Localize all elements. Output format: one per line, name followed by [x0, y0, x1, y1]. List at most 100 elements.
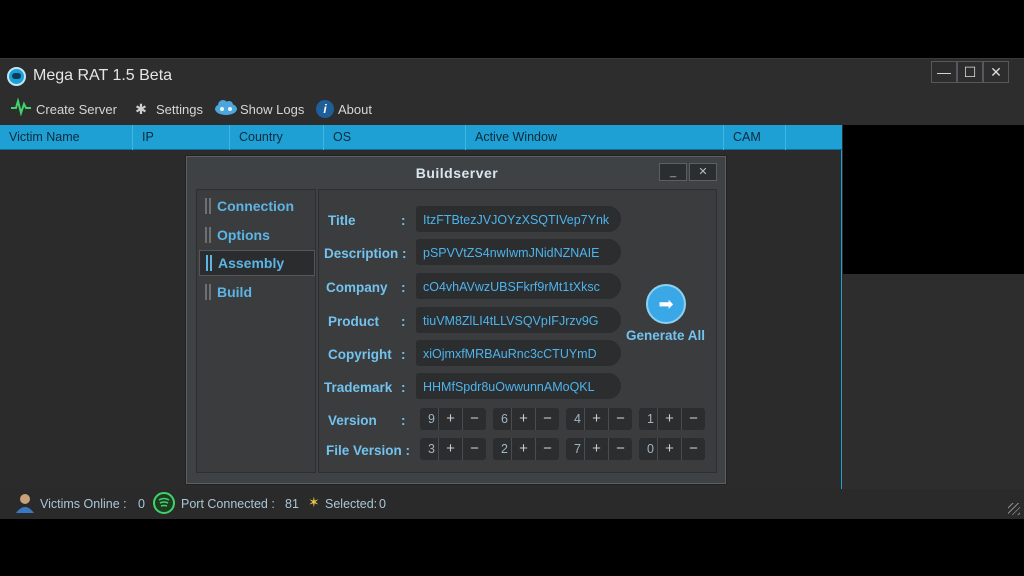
- file-version-major-stepper[interactable]: 3 + −: [420, 438, 486, 460]
- file-version-build-stepper[interactable]: 7 + −: [566, 438, 632, 460]
- minus-icon[interactable]: −: [535, 408, 559, 430]
- company-label: Company: [326, 280, 388, 295]
- victims-grid-header: Victim Name IP Country OS Active Window …: [0, 125, 842, 150]
- dialog-minimize-button[interactable]: _: [659, 163, 687, 181]
- dialog-nav: Connection Options Assembly Build: [196, 189, 316, 473]
- minimize-button[interactable]: —: [931, 61, 957, 83]
- victims-online-value: 0: [138, 497, 145, 511]
- copyright-label: Copyright: [328, 347, 392, 362]
- plus-icon[interactable]: +: [438, 408, 462, 430]
- minus-icon[interactable]: −: [681, 408, 705, 430]
- description-label: Description :: [324, 246, 407, 261]
- column-ip[interactable]: IP: [133, 125, 230, 150]
- create-server-label: Create Server: [36, 101, 117, 117]
- toolbar: Create Server ✱ Settings Show Logs i Abo…: [0, 95, 600, 123]
- nav-marker-icon: [205, 227, 211, 243]
- file-version-minor-stepper[interactable]: 2 + −: [493, 438, 559, 460]
- title-label: Title: [328, 213, 356, 228]
- file-version-revision-stepper[interactable]: 0 + −: [639, 438, 705, 460]
- copyright-field[interactable]: xiOjmxfMRBAuRnc3cCTUYmD: [416, 340, 621, 366]
- product-field[interactable]: tiuVM8ZlLI4tLLVSQVpIFJrzv9G: [416, 307, 621, 333]
- version-major-value: 9: [428, 412, 435, 426]
- title-field[interactable]: ItzFTBtezJVJOYzXSQTIVep7Ynk: [416, 206, 621, 232]
- title-bar: Mega RAT 1.5 Beta — ☐ ✕: [0, 59, 1024, 93]
- version-revision-value: 1: [647, 412, 654, 426]
- dialog-title: Buildserver: [415, 165, 499, 181]
- generate-all-button[interactable]: ➡: [646, 284, 686, 324]
- column-country[interactable]: Country: [230, 125, 324, 150]
- minus-icon[interactable]: −: [608, 438, 632, 460]
- nav-connection-label: Connection: [217, 198, 294, 214]
- pulse-icon: [10, 97, 32, 120]
- about-button[interactable]: i About: [316, 97, 372, 121]
- file-version-label: File Version :: [326, 443, 411, 458]
- version-revision-stepper[interactable]: 1 + −: [639, 408, 705, 430]
- plus-icon[interactable]: +: [511, 408, 535, 430]
- gear-icon: ✱: [135, 101, 147, 117]
- column-os[interactable]: OS: [324, 125, 466, 150]
- minus-icon[interactable]: −: [535, 438, 559, 460]
- port-icon: [153, 492, 175, 514]
- dialog-close-button[interactable]: ✕: [689, 163, 717, 181]
- version-minor-stepper[interactable]: 6 + −: [493, 408, 559, 430]
- version-colon: :: [401, 413, 406, 428]
- trademark-label: Trademark: [324, 380, 393, 395]
- generate-all-label: Generate All: [626, 328, 706, 343]
- minus-icon[interactable]: −: [462, 408, 486, 430]
- product-label: Product: [328, 314, 380, 329]
- minus-icon[interactable]: −: [608, 408, 632, 430]
- product-colon: :: [401, 314, 406, 329]
- copyright-colon: :: [401, 347, 406, 362]
- app-logo-icon: [7, 67, 26, 86]
- create-server-button[interactable]: Create Server: [10, 97, 117, 121]
- show-logs-button[interactable]: Show Logs: [214, 97, 304, 121]
- user-icon: [14, 492, 36, 514]
- selected-value: 0: [379, 497, 386, 511]
- cloud-icon: [214, 98, 237, 120]
- minus-icon[interactable]: −: [462, 438, 486, 460]
- file-version-major-value: 3: [428, 442, 435, 456]
- company-colon: :: [401, 280, 406, 295]
- port-connected-label: Port Connected :: [181, 497, 275, 511]
- nav-options[interactable]: Options: [199, 222, 315, 248]
- column-victim-name[interactable]: Victim Name: [0, 125, 133, 150]
- description-field[interactable]: pSPVVtZS4nwIwmJNidNZNAIE: [416, 239, 621, 265]
- nav-connection[interactable]: Connection: [199, 193, 315, 219]
- resize-grip[interactable]: [1008, 503, 1020, 515]
- info-icon: i: [316, 100, 334, 118]
- victims-online-label: Victims Online :: [40, 497, 127, 511]
- nav-assembly-label: Assembly: [218, 255, 285, 271]
- plus-icon[interactable]: +: [438, 438, 462, 460]
- show-logs-label: Show Logs: [240, 101, 305, 117]
- nav-marker-icon: [205, 198, 211, 214]
- nav-build[interactable]: Build: [199, 279, 315, 305]
- settings-label: Settings: [156, 101, 203, 117]
- status-bar: Victims Online : 0 Port Connected : 81 ✶…: [0, 489, 1024, 519]
- column-cam[interactable]: CAM: [724, 125, 786, 150]
- settings-button[interactable]: ✱ Settings: [130, 97, 203, 121]
- buildserver-dialog: Buildserver _ ✕ Connection Options Assem…: [186, 156, 726, 484]
- close-button[interactable]: ✕: [983, 61, 1009, 83]
- version-minor-value: 6: [501, 412, 508, 426]
- wand-icon: ✶: [308, 494, 320, 510]
- nav-assembly[interactable]: Assembly: [199, 250, 315, 276]
- nav-options-label: Options: [217, 227, 270, 243]
- version-label: Version: [328, 413, 377, 428]
- plus-icon[interactable]: +: [511, 438, 535, 460]
- nav-marker-icon: [205, 284, 211, 300]
- plus-icon[interactable]: +: [584, 408, 608, 430]
- plus-icon[interactable]: +: [657, 438, 681, 460]
- trademark-field[interactable]: HHMfSpdr8uOwwunnAMoQKL: [416, 373, 621, 399]
- company-field[interactable]: cO4vhAVwzUBSFkrf9rMt1tXksc: [416, 273, 621, 299]
- title-colon: :: [401, 213, 406, 228]
- maximize-button[interactable]: ☐: [957, 61, 983, 83]
- version-major-stepper[interactable]: 9 + −: [420, 408, 486, 430]
- app-title: Mega RAT 1.5 Beta: [33, 67, 173, 84]
- minus-icon[interactable]: −: [681, 438, 705, 460]
- version-build-stepper[interactable]: 4 + −: [566, 408, 632, 430]
- plus-icon[interactable]: +: [657, 408, 681, 430]
- column-active-window[interactable]: Active Window: [466, 125, 724, 150]
- file-version-minor-value: 2: [501, 442, 508, 456]
- plus-icon[interactable]: +: [584, 438, 608, 460]
- port-connected-value: 81: [285, 497, 299, 511]
